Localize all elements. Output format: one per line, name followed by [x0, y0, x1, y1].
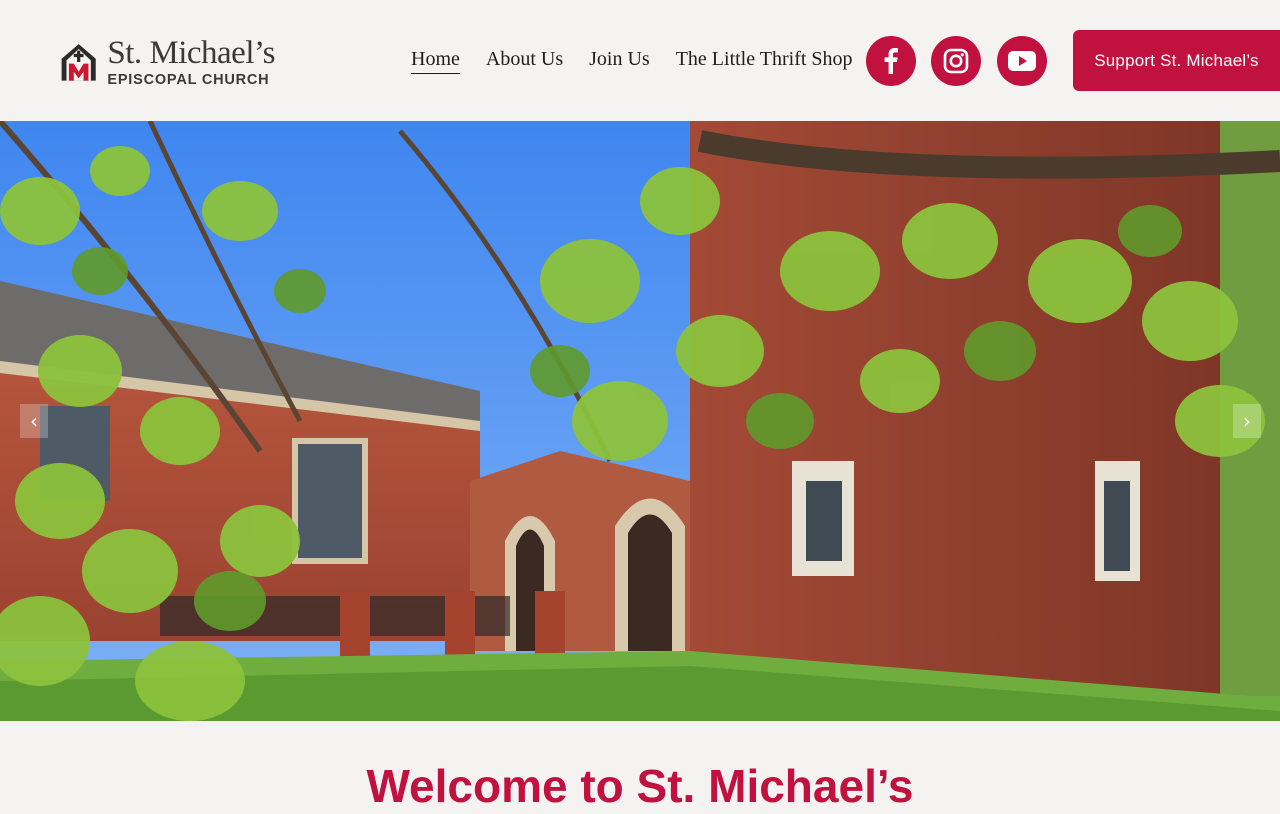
- main-nav: Home About Us Join Us The Little Thrift …: [411, 46, 853, 74]
- instagram-icon: [943, 48, 969, 74]
- site-header: St. Michael’s EPISCOPAL CHURCH Home Abou…: [0, 0, 1280, 121]
- slideshow-next-arrow[interactable]: ›: [1233, 404, 1261, 438]
- youtube-link[interactable]: [997, 36, 1047, 86]
- instagram-link[interactable]: [931, 36, 981, 86]
- facebook-icon: [884, 48, 898, 74]
- youtube-icon: [1008, 51, 1036, 71]
- nav-join-us[interactable]: Join Us: [589, 46, 650, 74]
- logo-name: St. Michael’s: [107, 34, 275, 71]
- church-logo-icon: [61, 44, 96, 81]
- nav-about-us[interactable]: About Us: [486, 46, 563, 74]
- hero-image: [0, 121, 1280, 721]
- hero-slideshow: ‹ ›: [0, 121, 1280, 721]
- welcome-heading: Welcome to St. Michael’s: [366, 760, 914, 812]
- nav-little-thrift-shop[interactable]: The Little Thrift Shop: [676, 46, 853, 74]
- support-button[interactable]: Support St. Michael’s: [1073, 30, 1280, 91]
- site-logo[interactable]: St. Michael’s EPISCOPAL CHURCH: [60, 36, 275, 88]
- logo-subtitle: EPISCOPAL CHURCH: [107, 71, 270, 88]
- nav-home[interactable]: Home: [411, 46, 460, 74]
- slideshow-prev-arrow[interactable]: ‹: [20, 404, 48, 438]
- facebook-link[interactable]: [866, 36, 916, 86]
